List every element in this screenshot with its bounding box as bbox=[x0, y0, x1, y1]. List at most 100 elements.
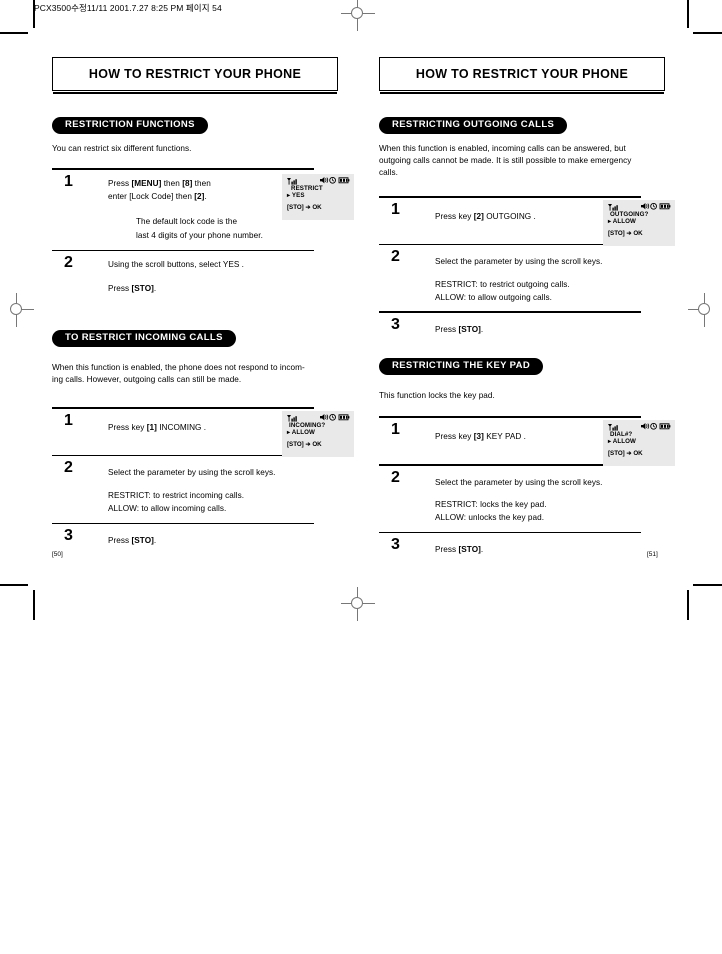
step-body: Using the scroll buttons, select YES . P… bbox=[108, 256, 314, 295]
step-text: Select the parameter by using the scroll… bbox=[435, 477, 603, 487]
speaker-alarm-battery-icons bbox=[320, 176, 350, 184]
step-text: Select the parameter by using the scroll… bbox=[108, 468, 276, 478]
signal-bars-icon bbox=[608, 423, 618, 431]
section-restriction-functions: RESTRICTION FUNCTIONS You can restrict s… bbox=[52, 114, 354, 302]
step-row: 2 Select the parameter by using the scro… bbox=[52, 456, 314, 522]
step-body: Press [STO]. bbox=[435, 318, 641, 337]
step-text: Press bbox=[435, 325, 459, 334]
step-number: 1 bbox=[391, 420, 400, 438]
section-heading-restriction-functions: RESTRICTION FUNCTIONS bbox=[52, 117, 208, 135]
step-number: 1 bbox=[391, 200, 400, 218]
crop-mark-bottom-right-h bbox=[693, 584, 722, 586]
step-note-line2: last 4 digits of your phone number. bbox=[136, 231, 263, 241]
step-row: 2 Using the scroll buttons, select YES .… bbox=[52, 251, 314, 302]
step-text: . bbox=[480, 545, 484, 555]
step-text: ALLOW: to allow incoming calls. bbox=[108, 503, 227, 513]
step-text: INCOMING . bbox=[156, 422, 207, 432]
step-text: Press bbox=[108, 283, 132, 293]
step-row: 3 Press [STO]. bbox=[52, 524, 314, 555]
key-label: [1] bbox=[146, 422, 157, 432]
status-icons bbox=[320, 413, 350, 424]
registration-mark-right bbox=[688, 293, 722, 327]
phone-lcd-display: DIAL#? ▸ ALLOW [STO] ➔ OK bbox=[603, 419, 675, 466]
step-text: Press key bbox=[108, 422, 147, 432]
step-row: 2 Select the parameter by using the scro… bbox=[379, 466, 641, 532]
page-left-title-bar: HOW TO RESTRICT YOUR PHONE bbox=[52, 57, 338, 94]
lcd-line-3: [STO] ➔ OK bbox=[287, 204, 322, 212]
step-body: Select the parameter by using the scroll… bbox=[108, 461, 314, 515]
step-number: 1 bbox=[64, 411, 73, 429]
signal-bars-icon bbox=[287, 177, 297, 185]
signal-bars-icon bbox=[608, 423, 621, 432]
step-number: 2 bbox=[64, 459, 73, 477]
lcd-line-2: ▸ ALLOW bbox=[608, 217, 636, 225]
step-text: Press key bbox=[435, 431, 474, 441]
page-number-left: [50] bbox=[52, 551, 63, 558]
signal-bars-icon bbox=[287, 414, 300, 423]
step-row: 3 Press [STO]. bbox=[379, 533, 641, 564]
step-row: 1 Press [MENU] then [8] then enter [Lock… bbox=[52, 170, 354, 250]
crop-mark-bottom-left-v bbox=[33, 590, 35, 620]
key-label: [2] bbox=[473, 211, 484, 221]
step-text: Select the parameter by using the scroll… bbox=[435, 257, 603, 267]
key-label: [STO] bbox=[458, 545, 481, 555]
step-text: enter [Lock Code] then bbox=[108, 191, 195, 201]
step-text: OUTGOING . bbox=[483, 211, 536, 221]
signal-bars-icon bbox=[608, 203, 621, 212]
step-text: KEY PAD . bbox=[483, 431, 526, 441]
section-heading-restrict-incoming: TO RESTRICT INCOMING CALLS bbox=[52, 330, 236, 348]
step-text: RESTRICT: locks the key pad. bbox=[435, 500, 547, 510]
key-label: [MENU] bbox=[131, 178, 162, 188]
lcd-line-3: [STO] ➔ OK bbox=[287, 441, 322, 449]
section-heading-restricting-key-pad: RESTRICTING THE KEY PAD bbox=[379, 358, 544, 376]
speaker-alarm-battery-icons bbox=[641, 422, 671, 430]
crop-mark-bottom-left-h bbox=[0, 584, 28, 586]
key-label: [2] bbox=[194, 191, 205, 201]
step-text: . bbox=[480, 325, 484, 334]
step-row: 2 Select the parameter by using the scro… bbox=[379, 245, 641, 311]
step-body: Press [STO]. bbox=[108, 529, 314, 548]
step-row: 1 Press key [1] INCOMING . INCOMING? ▸ A… bbox=[52, 409, 354, 457]
registration-mark-left bbox=[0, 293, 34, 327]
step-text: RESTRICT: to restrict incoming calls. bbox=[108, 491, 245, 501]
step-body: Press [STO]. bbox=[435, 538, 641, 557]
speaker-alarm-battery-icons bbox=[320, 413, 350, 421]
step-text: Press bbox=[435, 545, 459, 555]
step-text: Press bbox=[108, 536, 132, 546]
step-text: then bbox=[192, 178, 211, 188]
step-row: 1 Press key [2] OUTGOING . OUTGOING? ▸ A… bbox=[379, 198, 675, 246]
page-number-right: [51] bbox=[647, 551, 658, 558]
crop-mark-top-right-v bbox=[687, 0, 689, 28]
step-row: 1 Press key [3] KEY PAD . DIAL#? ▸ ALLOW… bbox=[379, 418, 675, 466]
signal-bars-icon bbox=[608, 203, 618, 211]
status-icons bbox=[641, 422, 671, 433]
lcd-line-2: ▸ YES bbox=[287, 192, 305, 200]
crop-mark-top-left-h bbox=[0, 32, 28, 34]
key-label: [3] bbox=[473, 431, 484, 441]
registration-mark-top bbox=[341, 0, 375, 31]
step-row: 3 Press [STO]. bbox=[379, 313, 641, 344]
key-label: [STO] bbox=[458, 325, 481, 334]
registration-mark-bottom bbox=[341, 587, 375, 621]
step-text: then bbox=[161, 178, 183, 188]
crop-mark-top-right-h bbox=[693, 32, 722, 34]
phone-lcd-display: RESTRICT ▸ YES [STO] ➔ OK bbox=[282, 173, 354, 220]
section-restricting-outgoing-calls: RESTRICTING OUTGOING CALLS When this fun… bbox=[379, 114, 675, 344]
lcd-line-3: [STO] ➔ OK bbox=[608, 229, 643, 237]
key-label: [8] bbox=[182, 178, 193, 188]
step-text: Using the scroll buttons, select YES . bbox=[108, 260, 244, 270]
section-intro-restrict-incoming: When this function is enabled, the phone… bbox=[52, 363, 305, 385]
step-text: RESTRICT: to restrict outgoing calls. bbox=[435, 280, 570, 289]
step-text: ALLOW: unlocks the key pad. bbox=[435, 512, 545, 522]
step-number: 2 bbox=[64, 254, 73, 272]
signal-bars-icon bbox=[287, 414, 297, 422]
running-header: PCX3500수정11/11 2001.7.27 8:25 PM 페이지 54 bbox=[34, 3, 222, 13]
section-restricting-key-pad: RESTRICTING THE KEY PAD This function lo… bbox=[379, 355, 675, 564]
lcd-line-2: ▸ ALLOW bbox=[287, 428, 315, 436]
crop-mark-bottom-right-v bbox=[687, 590, 689, 620]
step-text: . bbox=[204, 191, 207, 201]
status-icons bbox=[320, 176, 350, 187]
lcd-line-3: [STO] ➔ OK bbox=[608, 450, 643, 458]
step-text: . bbox=[153, 536, 157, 546]
section-intro-restricting-outgoing: When this function is enabled, incoming … bbox=[379, 144, 632, 178]
